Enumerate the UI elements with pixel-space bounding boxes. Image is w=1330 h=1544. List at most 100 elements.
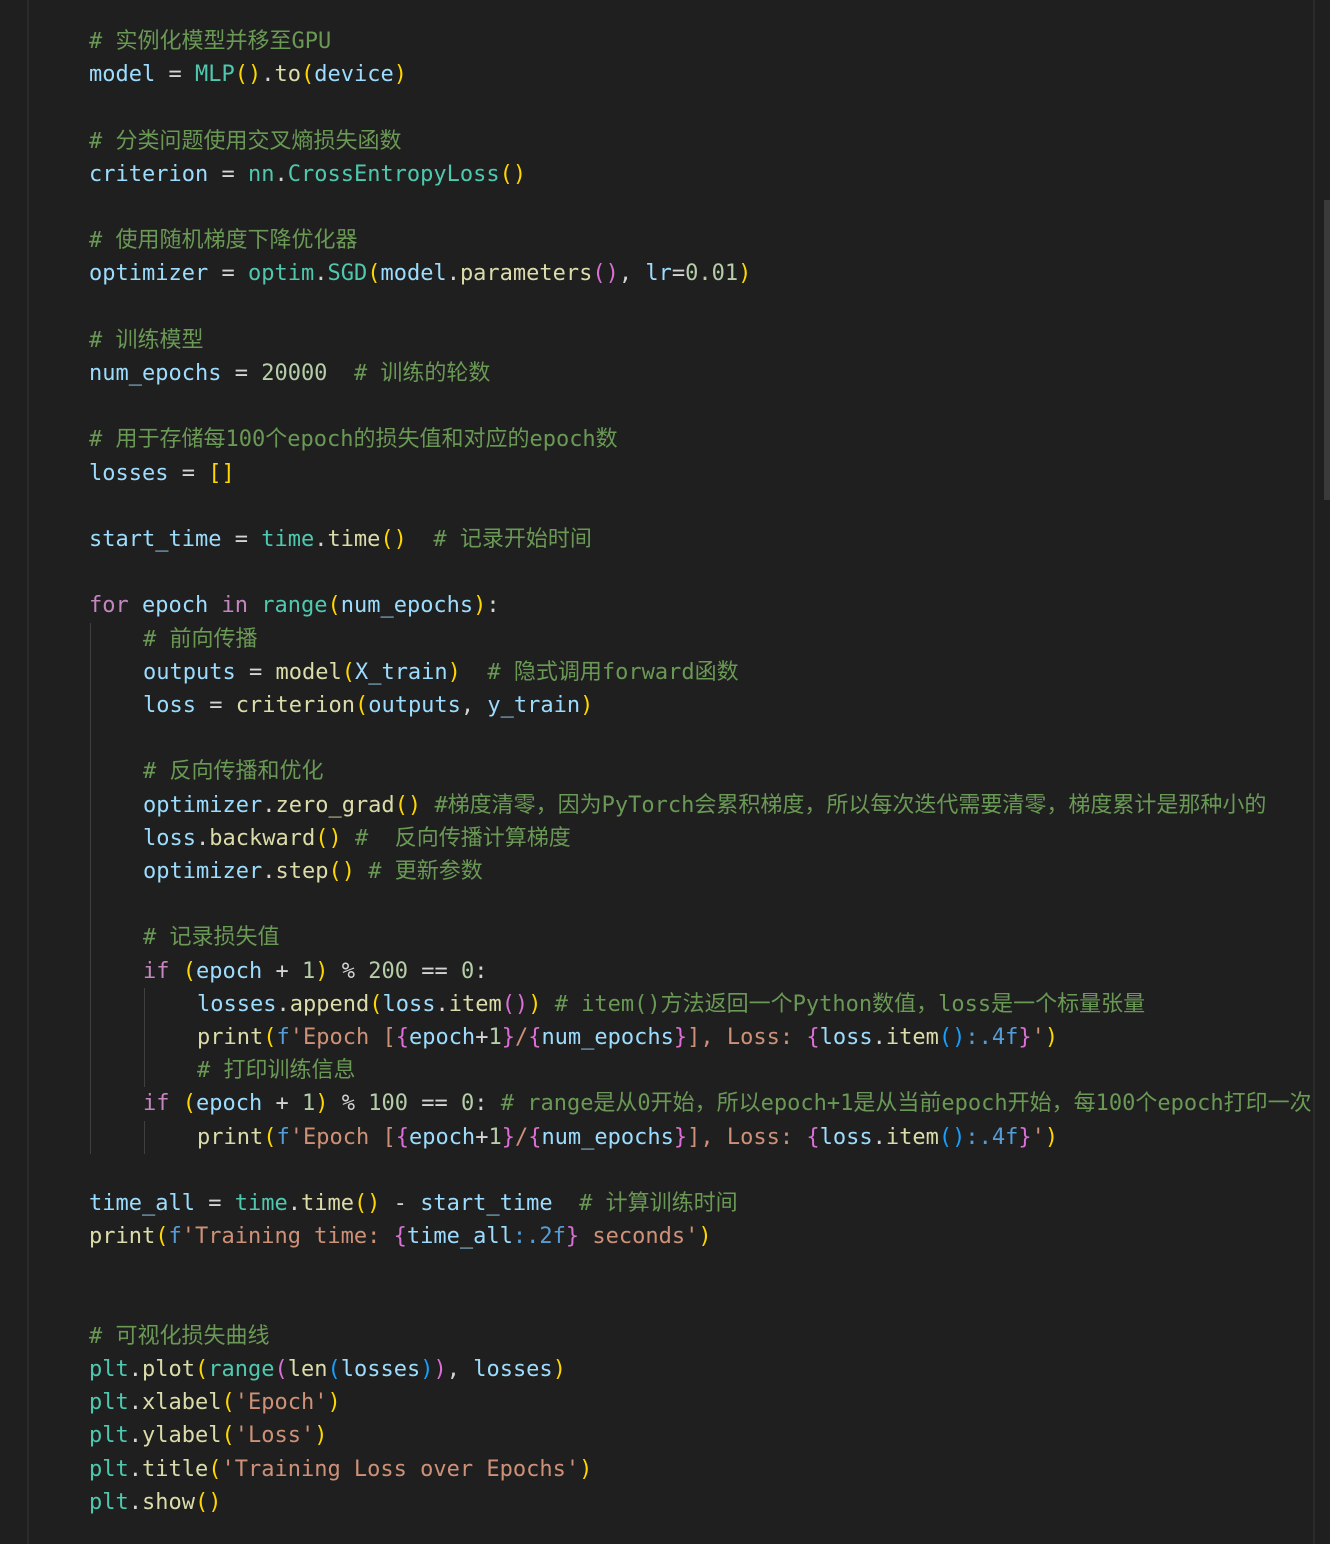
- code-token: .: [195, 825, 210, 851]
- code-token: {: [528, 1025, 542, 1050]
- code-token: append: [289, 991, 370, 1017]
- code-token: item: [885, 1124, 939, 1150]
- code-token: # 实例化模型并移至GPU: [89, 29, 332, 54]
- code-token: :.4f: [965, 1124, 1019, 1150]
- code-token: outputs: [368, 693, 461, 718]
- code-token: .: [128, 1357, 142, 1382]
- code-token: ): [315, 958, 329, 984]
- code-token: 1: [488, 1025, 502, 1050]
- indent-guide: [144, 987, 145, 1088]
- code-token: # 反向传播计算梯度: [354, 825, 571, 851]
- code-token: f: [276, 1124, 290, 1150]
- code-token: .: [314, 527, 328, 552]
- code-line: optimizer = optim.SGD(model.parameters()…: [89, 257, 751, 290]
- code-token: losses: [340, 1357, 421, 1382]
- code-token: %: [328, 958, 369, 984]
- code-token: time: [300, 1191, 354, 1216]
- code-token: #梯度清零，因为PyTorch会累积梯度，所以每次迭代需要清零，梯度累计是那种小…: [434, 792, 1267, 818]
- code-token: 'Training Loss over Epochs': [221, 1456, 580, 1482]
- code-token: (): [938, 1025, 966, 1050]
- code-token: :.4f: [965, 1025, 1019, 1050]
- code-token: plt: [89, 1489, 129, 1515]
- code-token: .: [262, 792, 276, 818]
- code-token: # 更新参数: [368, 859, 483, 884]
- code-token: =: [221, 361, 262, 386]
- code-token: nn: [247, 161, 275, 187]
- code-token: (: [194, 1357, 209, 1382]
- code-line: num_epochs = 20000 # 训练的轮数: [89, 357, 490, 390]
- code-token: 'Epoch: [289, 1025, 383, 1050]
- code-token: # 反向传播和优化: [143, 759, 324, 785]
- code-token: :: [474, 1091, 488, 1117]
- code-token: # 记录开始时间: [433, 527, 592, 552]
- code-token: ], Loss:: [687, 1124, 807, 1150]
- code-line: plt.xlabel('Epoch'): [89, 1386, 341, 1419]
- code-token: 200: [368, 958, 408, 984]
- code-token: to: [274, 62, 301, 88]
- code-line: # 打印训练信息: [197, 1054, 356, 1087]
- code-line: print(f'Epoch [{epoch+1}/{num_epochs}], …: [197, 1121, 1058, 1154]
- code-line: # 记录损失值: [143, 921, 280, 954]
- code-token: item: [448, 991, 502, 1017]
- code-token: }: [565, 1224, 580, 1250]
- code-token: +: [475, 1025, 489, 1050]
- code-token: {: [806, 1124, 820, 1150]
- code-token: .: [287, 1191, 301, 1216]
- code-token: ): [528, 991, 542, 1017]
- code-token: # 用于存储每100个epoch的损失值和对应的epoch数: [89, 427, 618, 453]
- code-token: epoch: [142, 593, 209, 619]
- code-token: }: [1018, 1124, 1032, 1150]
- code-token: (: [369, 991, 383, 1017]
- code-token: (): [592, 261, 619, 287]
- code-token: ): [393, 62, 407, 88]
- code-line: loss = criterion(outputs, y_train): [143, 689, 593, 722]
- code-token: -: [380, 1191, 421, 1216]
- code-line: plt.title('Training Loss over Epochs'): [89, 1453, 592, 1486]
- code-token: y_train: [487, 693, 581, 718]
- code-token: 20000: [261, 361, 328, 386]
- code-token: # 训练模型: [89, 327, 204, 353]
- code-editor[interactable]: # 实例化模型并移至GPU model = MLP().to(device) # 分…: [0, 0, 1330, 1544]
- code-token: (: [263, 1124, 277, 1150]
- code-token: (): [194, 1489, 222, 1515]
- code-token: f: [168, 1224, 182, 1250]
- code-token: ): [420, 1357, 434, 1382]
- code-token: [: [382, 1124, 396, 1150]
- code-token: .: [446, 261, 460, 287]
- code-line: # 实例化模型并移至GPU: [89, 25, 331, 58]
- code-token: .: [276, 991, 290, 1017]
- code-token: %: [328, 1091, 369, 1117]
- code-token: (: [274, 1357, 288, 1382]
- code-token: # item()方法返回一个Python数值，loss是一个标量张量: [554, 991, 1146, 1017]
- code-line: # 分类问题使用交叉熵损失函数: [89, 125, 402, 158]
- code-line: outputs = model(X_train) # 隐式调用forward函数: [143, 656, 739, 689]
- code-line: start_time = time.time() # 记录开始时间: [89, 523, 592, 556]
- code-line: criterion = nn.CrossEntropyLoss(): [89, 158, 526, 191]
- code-token: ): [580, 693, 594, 718]
- code-token: time: [327, 527, 381, 552]
- code-token: .: [872, 1124, 886, 1150]
- code-token: loss: [143, 693, 196, 718]
- code-token: (): [234, 62, 262, 88]
- code-line: print(f'Epoch [{epoch+1}/{num_epochs}], …: [197, 1021, 1058, 1054]
- code-token: X_train: [354, 659, 448, 685]
- code-token: ): [447, 659, 461, 685]
- code-line: plt.show(): [89, 1486, 221, 1519]
- code-line: if (epoch + 1) % 100 == 0: # range是从0开始，…: [143, 1087, 1312, 1120]
- code-token: +: [262, 958, 302, 984]
- code-token: optim: [247, 261, 315, 287]
- code-token: num_epochs: [340, 593, 474, 619]
- code-token: ): [315, 1091, 329, 1117]
- code-token: {: [528, 1124, 542, 1150]
- code-token: {: [806, 1025, 820, 1050]
- code-token: =: [194, 1191, 235, 1216]
- indent-guide: [90, 622, 91, 1154]
- vertical-scrollbar-thumb[interactable]: [1324, 200, 1330, 500]
- code-token: # range是从0开始，所以epoch+1是从当前epoch开始，每100个e…: [500, 1091, 1312, 1117]
- code-token: epoch: [196, 1091, 263, 1117]
- code-token: .: [261, 62, 275, 88]
